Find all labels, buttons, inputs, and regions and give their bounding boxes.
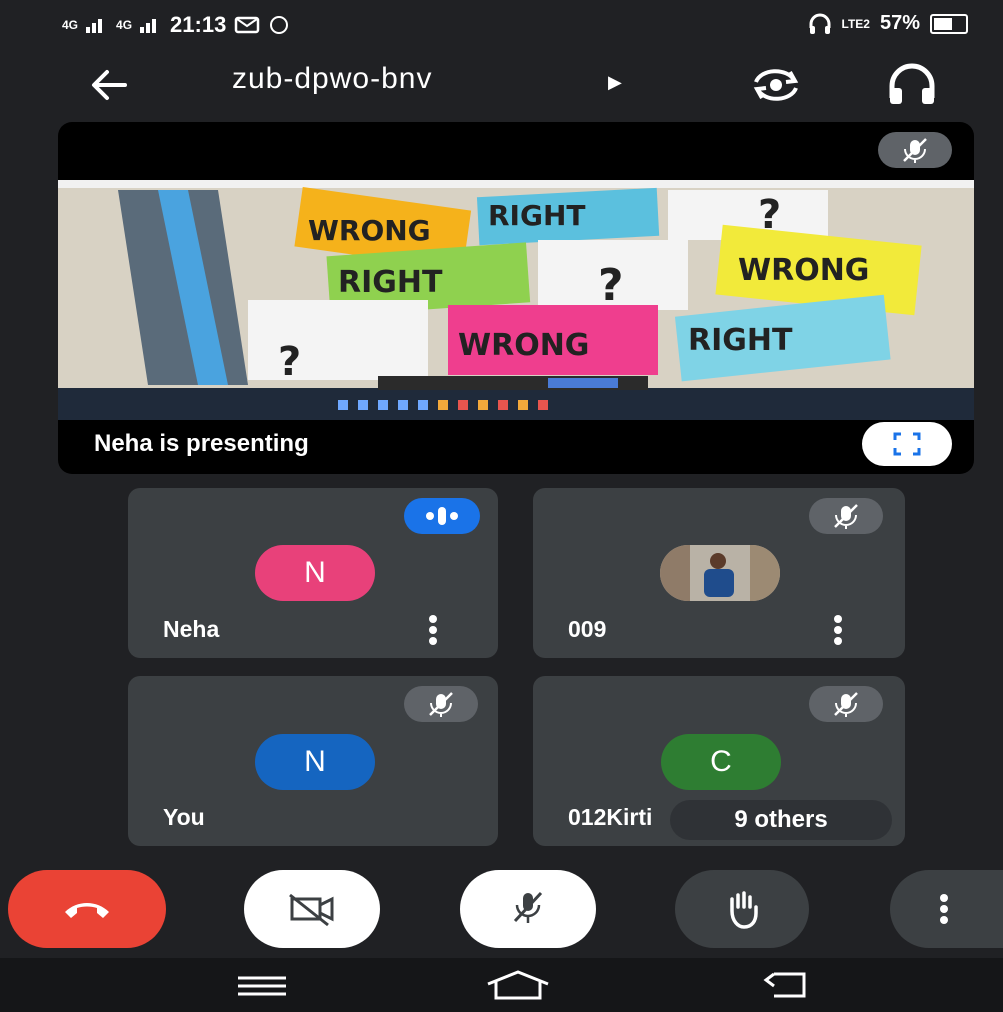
mic-off-icon [903,138,927,163]
muted-badge [809,686,883,722]
camera-off-icon [289,893,334,927]
presentation-tile[interactable]: WRONG RIGHT RIGHT WRONG WRONG RIGHT ? ? … [58,122,974,474]
mic-off-icon [513,891,543,923]
audio-level-icon [426,507,458,525]
back-nav-icon[interactable] [760,968,812,1002]
status-time: 21:13 [170,12,227,37]
slide-word-6: RIGHT [688,323,793,358]
status-bar: 4G 4G 21:13 LTE2 57% [0,0,1003,55]
participant-name: 012Kirti [568,804,653,830]
recent-apps-icon[interactable] [236,974,288,998]
headphones-status-icon [809,13,831,34]
more-options-icon[interactable] [418,610,448,650]
svg-text:?: ? [278,339,301,385]
participant-name: Neha [163,616,220,642]
mic-off-icon [834,504,858,529]
raise-hand-button[interactable] [675,870,809,948]
signal-2-label: 4G [116,18,133,32]
more-options-icon[interactable] [823,610,853,650]
others-chip[interactable]: 9 others [670,800,892,840]
battery-icon [930,13,968,34]
presenting-label: Neha is presenting [94,430,309,457]
more-vert-icon [939,894,948,924]
mic-toggle-button[interactable] [460,870,596,948]
expand-arrow-icon[interactable]: ▶ [608,72,622,93]
signal-1-icon [86,19,103,33]
meeting-code[interactable]: zub-dpwo-bnv [232,62,432,96]
system-nav-bar [0,958,1003,1012]
avatar: N [255,545,375,601]
avatar-initial: C [710,745,732,778]
signal-2-icon [140,19,157,33]
back-arrow-icon[interactable] [85,60,135,110]
more-options-button[interactable] [890,870,1003,948]
message-icon [235,16,260,34]
status-right: LTE2 57% [808,12,968,35]
participant-name: 009 [568,616,607,642]
whatsapp-icon [270,16,289,34]
slide-word-4: WRONG [738,253,869,288]
slide-word-3: RIGHT [338,265,443,300]
slide-word-5: WRONG [458,328,589,363]
end-call-button[interactable] [8,870,166,948]
shared-screen: WRONG RIGHT RIGHT WRONG WRONG RIGHT ? ? … [58,180,974,420]
hand-icon [730,891,758,929]
participant-name: You [163,804,205,830]
status-left: 4G 4G 21:13 [62,12,290,38]
network-label: LTE2 [841,16,870,31]
slide-word-2: RIGHT [488,199,586,232]
muted-badge [404,686,478,722]
muted-badge [809,498,883,534]
fullscreen-button[interactable] [862,422,952,466]
participant-tile-009[interactable]: 009 [533,488,905,658]
participant-tile-neha[interactable]: N Neha [128,488,498,658]
mic-off-icon [834,692,858,717]
avatar: N [255,734,375,790]
mic-off-icon [429,692,453,717]
camera-toggle-button[interactable] [244,870,380,948]
battery-percent: 57% [879,12,920,34]
home-icon[interactable] [484,968,552,1002]
avatar-photo [660,545,780,601]
avatar-initial: N [304,556,326,589]
avatar-initial: N [304,745,326,778]
svg-text:?: ? [758,192,781,238]
fullscreen-icon [893,432,921,456]
svg-text:?: ? [598,260,624,311]
avatar: C [661,734,781,790]
signal-1-label: 4G [62,18,79,32]
presentation-muted-badge [878,132,952,168]
speaking-indicator [404,498,480,534]
shared-screen-image: WRONG RIGHT RIGHT WRONG WRONG RIGHT ? ? … [58,180,974,420]
participant-tile-you[interactable]: N You [128,676,498,846]
switch-camera-icon[interactable] [748,60,804,110]
slide-word-1: WRONG [308,214,431,247]
audio-output-icon[interactable] [884,60,940,110]
end-call-icon [65,903,109,918]
